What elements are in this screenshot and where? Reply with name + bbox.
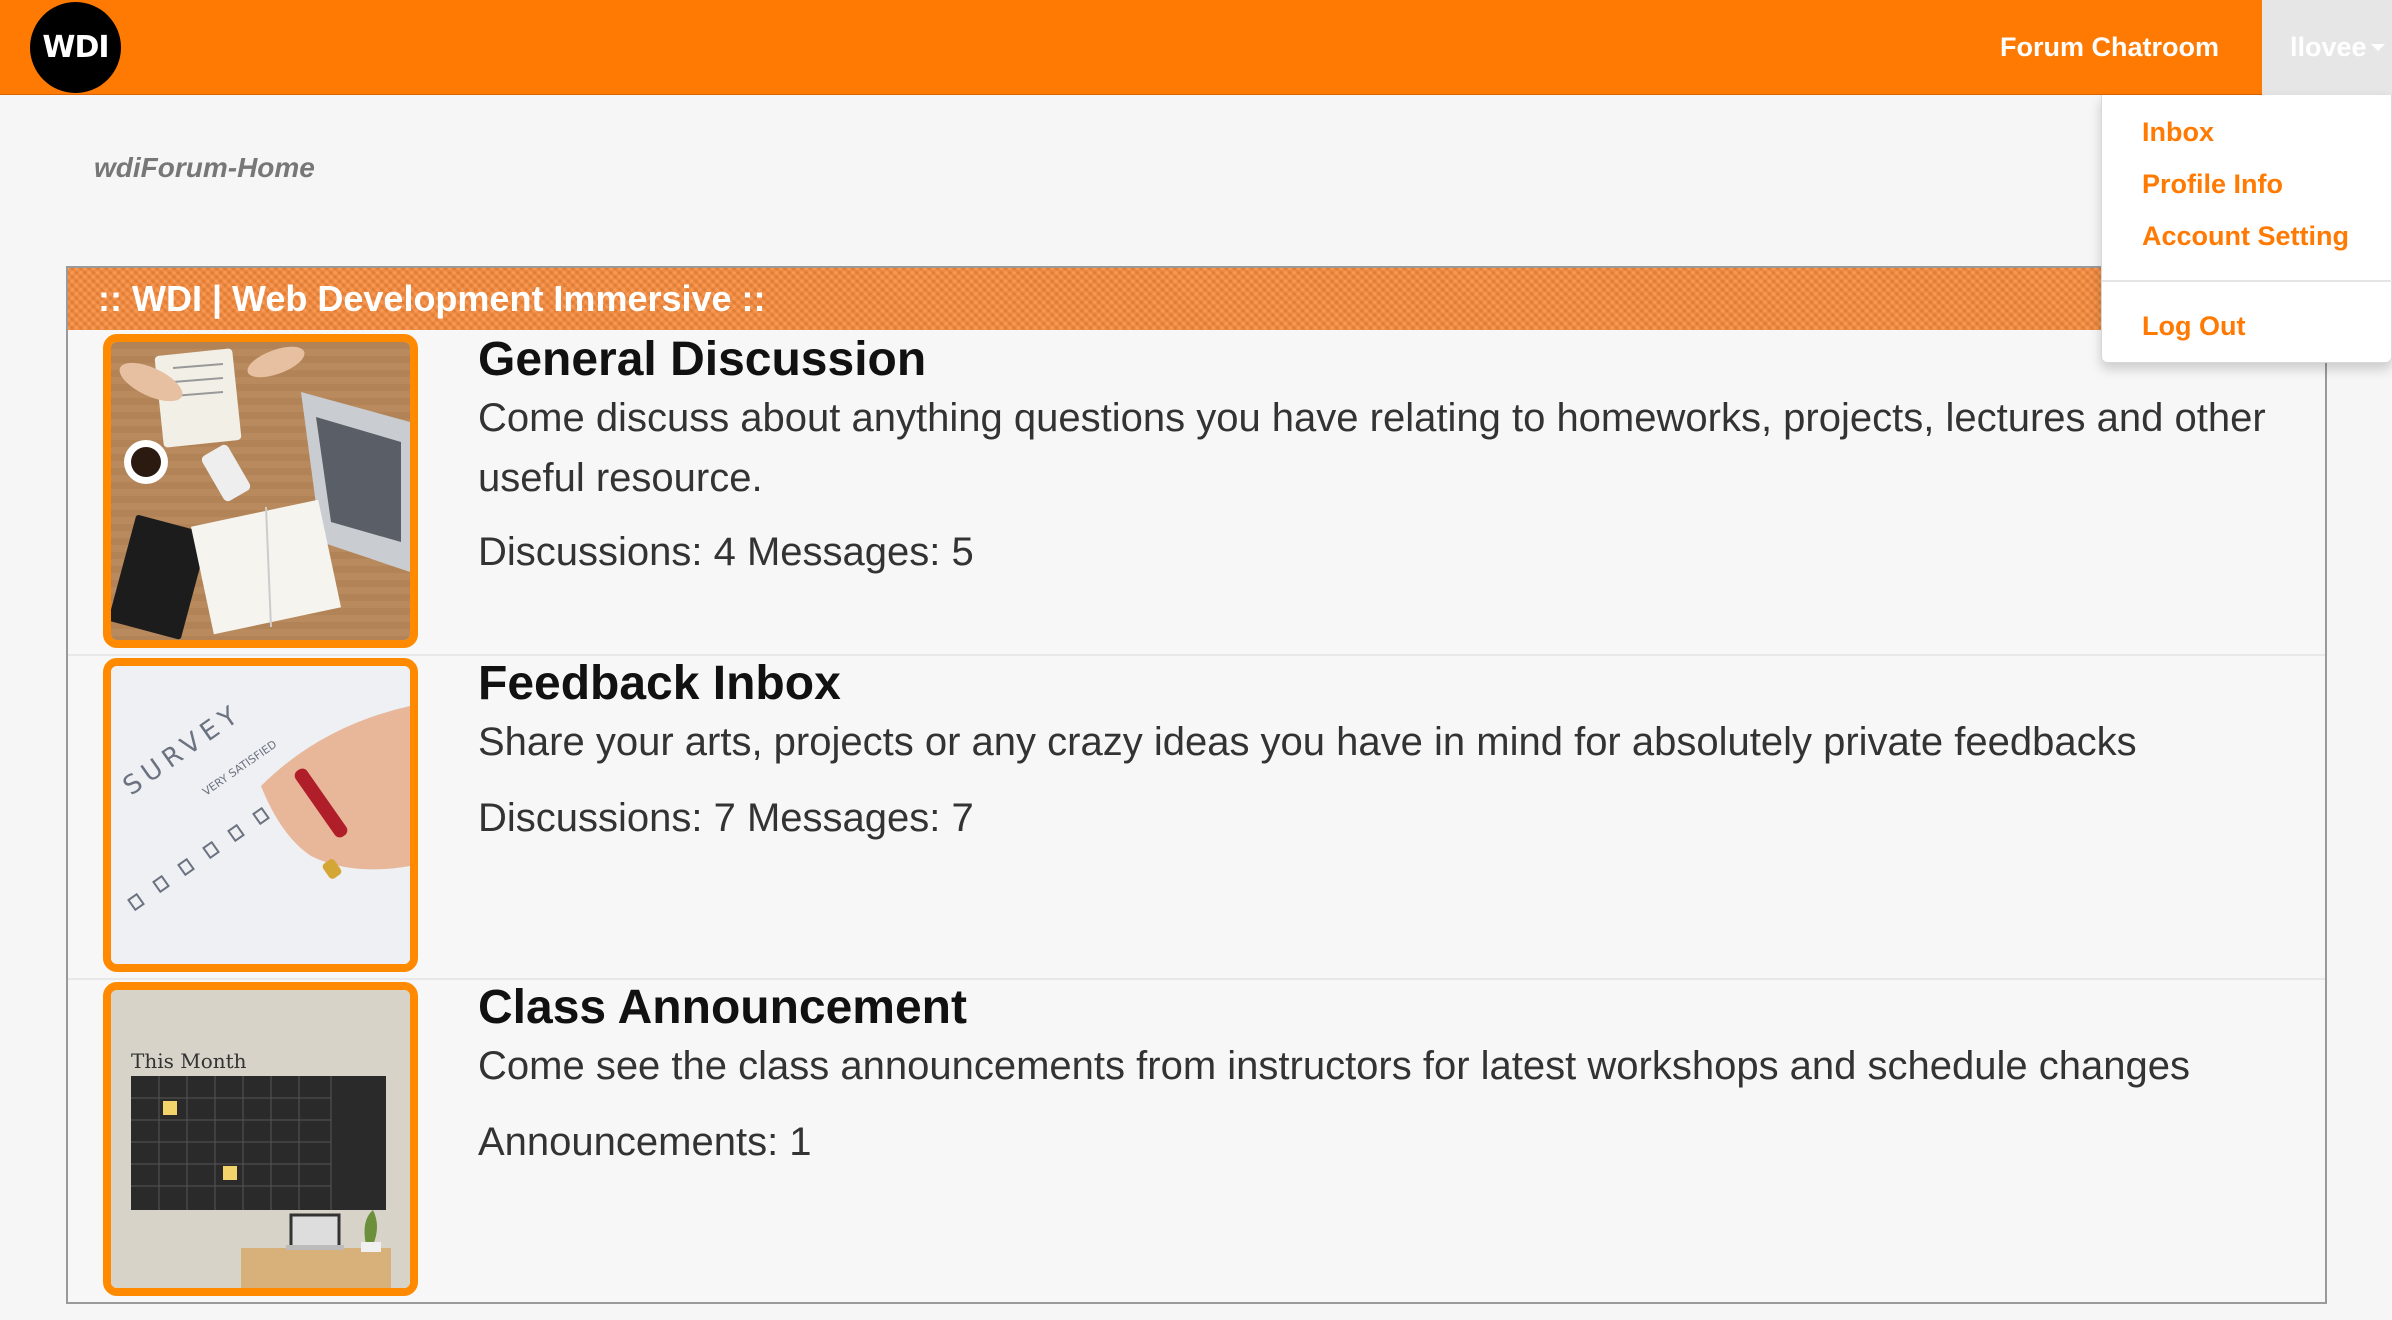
desk-workspace-image[interactable]: [103, 334, 418, 648]
panel-title: :: WDI | Web Development Immersive ::: [68, 268, 2325, 330]
forum-stats: Discussions: 7 Messages: 7: [478, 796, 974, 840]
username-label: llovee: [2290, 32, 2367, 62]
logo-text: WDI: [42, 30, 109, 65]
forum-title[interactable]: Feedback Inbox: [478, 656, 841, 711]
forum-title[interactable]: Class Announcement: [478, 980, 967, 1035]
user-dropdown-menu: Inbox Profile Info Account Setting Log O…: [2101, 95, 2392, 363]
forum-stats: Announcements: 1: [478, 1120, 812, 1164]
forum-description: Come see the class announcements from in…: [478, 1044, 2190, 1088]
menu-divider: [2102, 280, 2392, 282]
caret-down-icon: [2370, 44, 2385, 51]
user-menu-toggle[interactable]: llovee: [2262, 0, 2392, 95]
forum-category-panel: :: WDI | Web Development Immersive :: Ge…: [66, 266, 2327, 1304]
survey-form-image[interactable]: SURVEY VERY SATISFIED: [103, 658, 418, 972]
menu-item-account-setting[interactable]: Account Setting: [2142, 216, 2349, 256]
top-navbar: WDI Forum Chatroom llovee: [0, 0, 2392, 95]
calendar-heading-text: This Month: [131, 1049, 247, 1073]
forum-description: Come discuss about anything questions yo…: [478, 396, 2266, 500]
forum-description: Share your arts, projects or any crazy i…: [478, 720, 2137, 764]
menu-item-log-out[interactable]: Log Out: [2142, 306, 2245, 346]
breadcrumb[interactable]: wdiForum-Home: [94, 152, 315, 184]
forum-row-general-discussion[interactable]: General Discussion Come discuss about an…: [68, 330, 2325, 654]
menu-item-inbox[interactable]: Inbox: [2142, 112, 2214, 152]
forum-row-feedback-inbox[interactable]: SURVEY VERY SATISFIED Feedback Inbox Sha…: [68, 654, 2325, 978]
forum-title[interactable]: General Discussion: [478, 332, 926, 387]
calendar-wall-image[interactable]: This Month: [103, 982, 418, 1296]
menu-item-profile-info[interactable]: Profile Info: [2142, 164, 2283, 204]
forum-chatroom-link[interactable]: Forum Chatroom: [2000, 0, 2219, 95]
forum-row-class-announcement[interactable]: This Month Class Announcement Come see t…: [68, 978, 2325, 1302]
forum-stats: Discussions: 4 Messages: 5: [478, 530, 974, 574]
wdi-logo[interactable]: WDI: [30, 2, 121, 93]
